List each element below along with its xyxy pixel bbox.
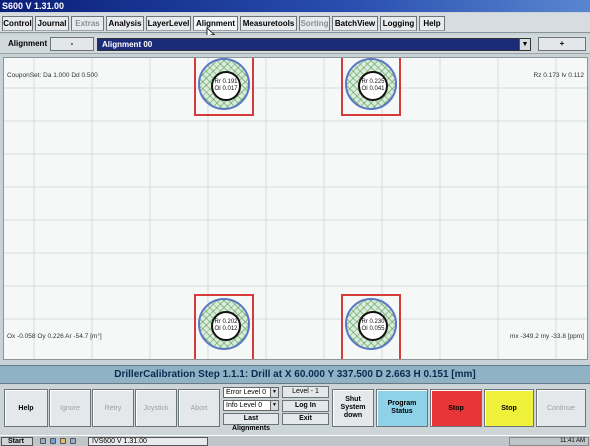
info-level-select[interactable]: Info Level 0 ▼ — [223, 400, 279, 411]
program-status-button[interactable]: Program Status — [376, 389, 428, 427]
help-button[interactable]: Help — [4, 389, 48, 427]
title-bar: S600 V 1.31.00 — [0, 0, 590, 12]
retry-button[interactable]: Retry — [92, 389, 134, 427]
coupon-set-info: CouponSet: Da 1.000 Dd 0.500 — [7, 72, 98, 79]
menu-bar: Control Journal Extras Analysis LayerLev… — [0, 13, 590, 41]
target-hole-bottom-right: Rr 0.230 OI 0.055 — [341, 294, 401, 359]
shut-down-button[interactable]: Shut System down — [332, 389, 374, 427]
chevron-down-icon[interactable]: ▼ — [270, 401, 278, 410]
tab-sorting[interactable]: Sorting — [299, 16, 330, 31]
folder-icon[interactable] — [60, 438, 66, 444]
rotation-info: Rz 0.173 Iv 0.112 — [533, 72, 584, 79]
chevron-down-icon[interactable]: ▼ — [519, 39, 530, 50]
hole-rr-value: Rr 0.225 — [361, 79, 385, 85]
hole-oi-value: OI 0.012 — [214, 326, 238, 332]
chevron-down-icon[interactable]: ▼ — [270, 388, 278, 397]
tab-logging[interactable]: Logging — [380, 16, 417, 31]
target-hole-top-left: Rr 0.191 OI 0.017 — [194, 58, 254, 116]
system-tray: 11:41 AM — [509, 437, 589, 446]
status-bar: DrillerCalibration Step 1.1.1: Drill at … — [0, 365, 590, 384]
tab-analysis[interactable]: Analysis — [106, 16, 144, 31]
tab-control[interactable]: Control — [2, 16, 33, 31]
tab-layerlevel[interactable]: LayerLevel — [146, 16, 191, 31]
plot-grid — [4, 58, 587, 359]
hole-rr-value: Rr 0.230 — [361, 319, 385, 325]
taskbar-window-item[interactable]: IVS600 V 1.31.00 — [88, 437, 208, 446]
error-level-select[interactable]: Error Level 0 ▼ — [223, 387, 279, 398]
browser-icon[interactable] — [50, 438, 56, 444]
alignment-toolbar: Alignment - Alignment 00 ▼ + — [0, 35, 590, 54]
target-hole-top-right: Rr 0.225 OI 0.041 — [341, 58, 401, 116]
taskbar: Start IVS600 V 1.31.00 11:41 AM — [0, 435, 590, 446]
app-icon[interactable] — [70, 438, 76, 444]
tab-journal[interactable]: Journal — [35, 16, 69, 31]
tab-help[interactable]: Help — [419, 16, 445, 31]
alignment-label: Alignment — [8, 39, 48, 48]
alignment-minus-button[interactable]: - — [50, 37, 94, 51]
hole-rr-value: Rr 0.191 — [214, 79, 238, 85]
info-level-value: Info Level 0 — [226, 402, 263, 409]
start-label: Start — [8, 438, 24, 445]
last-alignments-button[interactable]: Last Alignments — [223, 413, 279, 432]
scale-info: mx -349.2 my -33.8 [ppm] — [509, 333, 584, 340]
target-hole-bottom-left: Rr 0.202 OI 0.012 — [194, 294, 254, 359]
alignment-plus-button[interactable]: + — [538, 37, 586, 51]
exit-button[interactable]: Exit — [282, 413, 329, 425]
abort-button[interactable]: Abort — [178, 389, 220, 427]
offset-info: Ox -0.058 Oy 0.226 Ar -54.7 [m°] — [7, 333, 102, 340]
tab-batchview[interactable]: BatchView — [332, 16, 378, 31]
alignment-select-value: Alignment 00 — [102, 40, 153, 49]
start-button[interactable]: Start — [1, 437, 33, 446]
hole-rr-value: Rr 0.202 — [214, 319, 238, 325]
error-level-value: Error Level 0 — [226, 389, 267, 396]
desktop-icon[interactable] — [40, 438, 46, 444]
hole-oi-value: OI 0.041 — [361, 86, 385, 92]
tab-extras[interactable]: Extras — [71, 16, 104, 31]
stop-yellow-button[interactable]: Stop — [484, 389, 534, 427]
continue-button[interactable]: Continue — [536, 389, 586, 427]
hole-oi-value: OI 0.017 — [214, 86, 238, 92]
ignore-button[interactable]: Ignore — [49, 389, 91, 427]
tab-measuretools[interactable]: Measuretools — [240, 16, 297, 31]
stop-red-button[interactable]: Stop — [430, 389, 482, 427]
status-text: DrillerCalibration Step 1.1.1: Drill at … — [114, 369, 476, 380]
alignment-select[interactable]: Alignment 00 ▼ — [97, 38, 531, 51]
joystick-button[interactable]: Joystick — [135, 389, 177, 427]
window-title: S600 V 1.31.00 — [2, 1, 65, 11]
clock: 11:41 AM — [560, 438, 585, 444]
alignment-plot: CouponSet: Da 1.000 Dd 0.500 Rz 0.173 Iv… — [3, 57, 588, 360]
level-display: Level - 1 — [282, 386, 329, 398]
hole-oi-value: OI 0.055 — [361, 326, 385, 332]
log-in-button[interactable]: Log In — [282, 400, 329, 412]
control-panel: Help Ignore Retry Joystick Abort Error L… — [0, 385, 590, 435]
